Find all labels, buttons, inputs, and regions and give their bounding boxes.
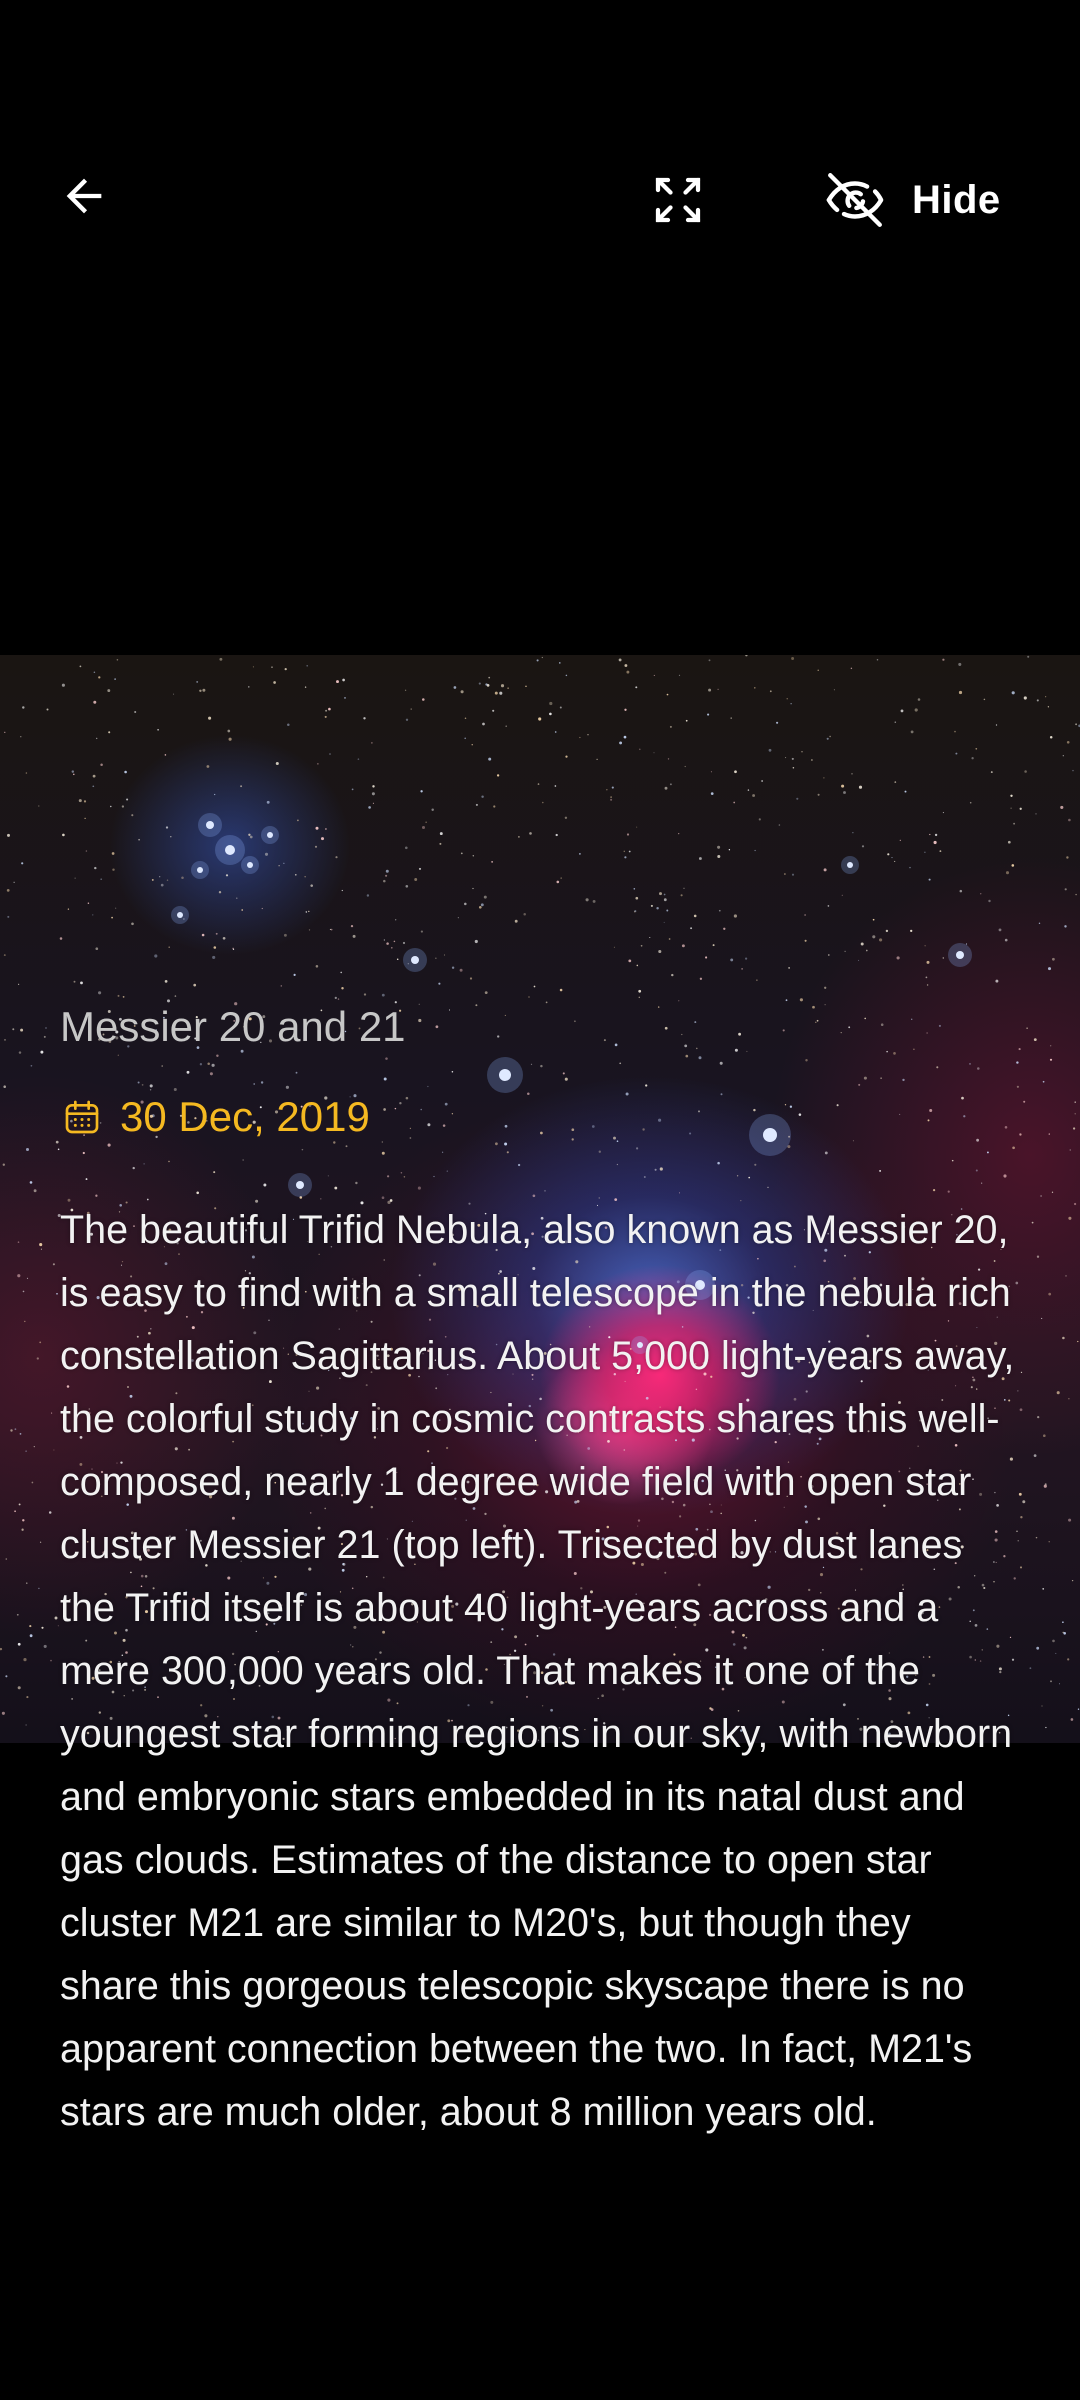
apod-content: Messier 20 and 21 30 Dec, 2019 The beaut… xyxy=(60,995,1020,2144)
apod-detail-screen: Hide Messier 20 and 21 30 Dec, 2019 The … xyxy=(0,0,1080,2400)
apod-title: Messier 20 and 21 xyxy=(60,1003,406,1050)
fullscreen-button[interactable] xyxy=(640,162,716,238)
top-toolbar: Hide xyxy=(0,140,1080,260)
fullscreen-icon xyxy=(655,177,701,223)
back-button[interactable] xyxy=(50,162,118,230)
calendar-icon xyxy=(60,1095,104,1139)
hide-button[interactable]: Hide xyxy=(822,160,1001,240)
date-row: 30 Dec, 2019 xyxy=(60,1085,1020,1149)
eye-off-icon xyxy=(822,167,888,233)
arrow-back-icon xyxy=(66,178,102,214)
apod-date: 30 Dec, 2019 xyxy=(120,1093,370,1140)
hide-label: Hide xyxy=(912,177,1001,222)
apod-explanation: The beautiful Trifid Nebula, also known … xyxy=(60,1208,1015,2134)
